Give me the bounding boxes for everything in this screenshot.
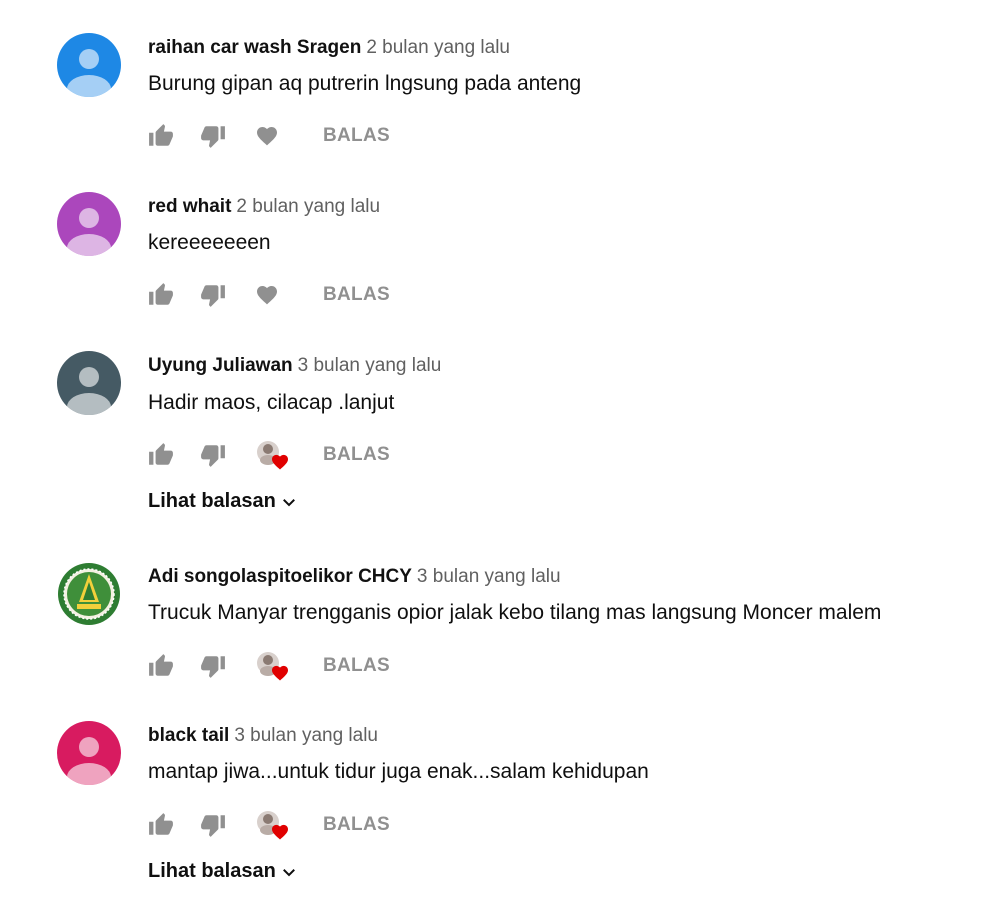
comment-text: Burung gipan aq putrerin lngsung pada an… [148,72,582,95]
comment-header: raihan car wash Sragen 2 bulan yang lalu [148,37,510,59]
author-name[interactable]: raihan car wash Sragen [148,37,361,58]
author-name[interactable]: red whait [148,196,231,217]
comment-text: Hadir maos, cilacap .lanjut [148,391,395,414]
heart-icon[interactable] [255,124,279,148]
comment-time[interactable]: 2 bulan yang lalu [236,196,380,217]
view-replies-button[interactable]: Lihat balasan [148,490,298,513]
reply-button[interactable]: BALAS [323,814,390,836]
comment-header: Adi songolaspitoelikor CHCY 3 bulan yang … [148,566,561,588]
avatar[interactable] [57,192,121,256]
creator-heart-icon[interactable] [255,650,289,684]
like-icon[interactable] [148,653,174,679]
author-name[interactable]: black tail [148,725,229,746]
creator-heart-icon[interactable] [255,809,289,843]
reply-button[interactable]: BALAS [323,655,390,677]
avatar[interactable] [57,33,121,97]
comment-time[interactable]: 2 bulan yang lalu [366,37,510,58]
author-name[interactable]: Uyung Juliawan [148,355,293,376]
reply-button[interactable]: BALAS [323,444,390,466]
like-icon[interactable] [148,123,174,149]
chevron-down-icon [282,868,295,877]
view-replies-button[interactable]: Lihat balasan [148,860,298,883]
dislike-icon[interactable] [200,653,226,679]
reply-button[interactable]: BALAS [323,284,390,306]
dislike-icon[interactable] [200,282,226,308]
dislike-icon[interactable] [200,812,226,838]
like-icon[interactable] [148,812,174,838]
comment-time[interactable]: 3 bulan yang lalu [298,355,442,376]
like-icon[interactable] [148,282,174,308]
comment-text: kereeeeeeen [148,231,271,254]
reply-button[interactable]: BALAS [323,125,390,147]
comment-header: black tail 3 bulan yang lalu [148,725,378,747]
view-replies-label: Lihat balasan [148,490,276,512]
author-name[interactable]: Adi songolaspitoelikor CHCY [148,566,412,587]
comment-text: mantap jiwa...untuk tidur juga enak...sa… [148,760,649,783]
comment-text: Trucuk Manyar trengganis opior jalak keb… [148,601,882,624]
comment-time[interactable]: 3 bulan yang lalu [234,725,378,746]
heart-icon[interactable] [255,283,279,307]
like-icon[interactable] [148,442,174,468]
comment-header: Uyung Juliawan 3 bulan yang lalu [148,355,441,377]
dislike-icon[interactable] [200,123,226,149]
chevron-down-icon [282,498,295,507]
avatar[interactable] [57,721,121,785]
comment-header: red whait 2 bulan yang lalu [148,196,380,218]
comment-time[interactable]: 3 bulan yang lalu [417,566,561,587]
creator-heart-icon[interactable] [255,439,289,473]
avatar[interactable] [57,562,121,626]
dislike-icon[interactable] [200,442,226,468]
avatar[interactable] [57,351,121,415]
view-replies-label: Lihat balasan [148,860,276,882]
